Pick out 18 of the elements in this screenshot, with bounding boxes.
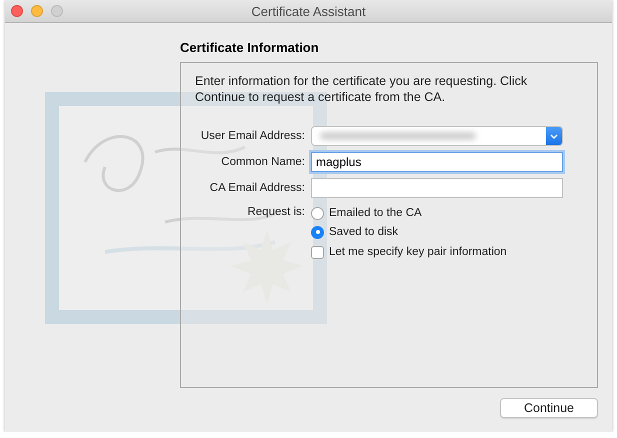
minimize-button[interactable] [31,5,43,17]
field-label: User Email Address: [200,130,305,142]
zoom-button[interactable] [51,5,63,17]
section-heading: Certificate Information [180,40,320,57]
radio-option[interactable]: Saved to disk [311,225,563,239]
chevron-icon[interactable] [546,127,562,145]
window-title: Certificate Assistant [251,4,366,18]
input-field[interactable] [311,178,563,198]
email-dropdown[interactable] [311,126,563,146]
field-label: CA Email Address: [208,182,305,194]
continue-button[interactable]: Continue [500,398,598,418]
intro-text: Enter information for the certificate you are requesting. Click Continue to request a certificate from the CA. [195,73,528,105]
field-label: Request is: [246,206,305,218]
checkbox[interactable] [311,246,324,258]
field-label: Common Name: [220,156,305,168]
close-button[interactable] [11,5,23,17]
checkbox-option[interactable]: Let me specify key pair information [311,245,563,259]
radio-option[interactable]: Emailed to the CA [311,206,563,220]
